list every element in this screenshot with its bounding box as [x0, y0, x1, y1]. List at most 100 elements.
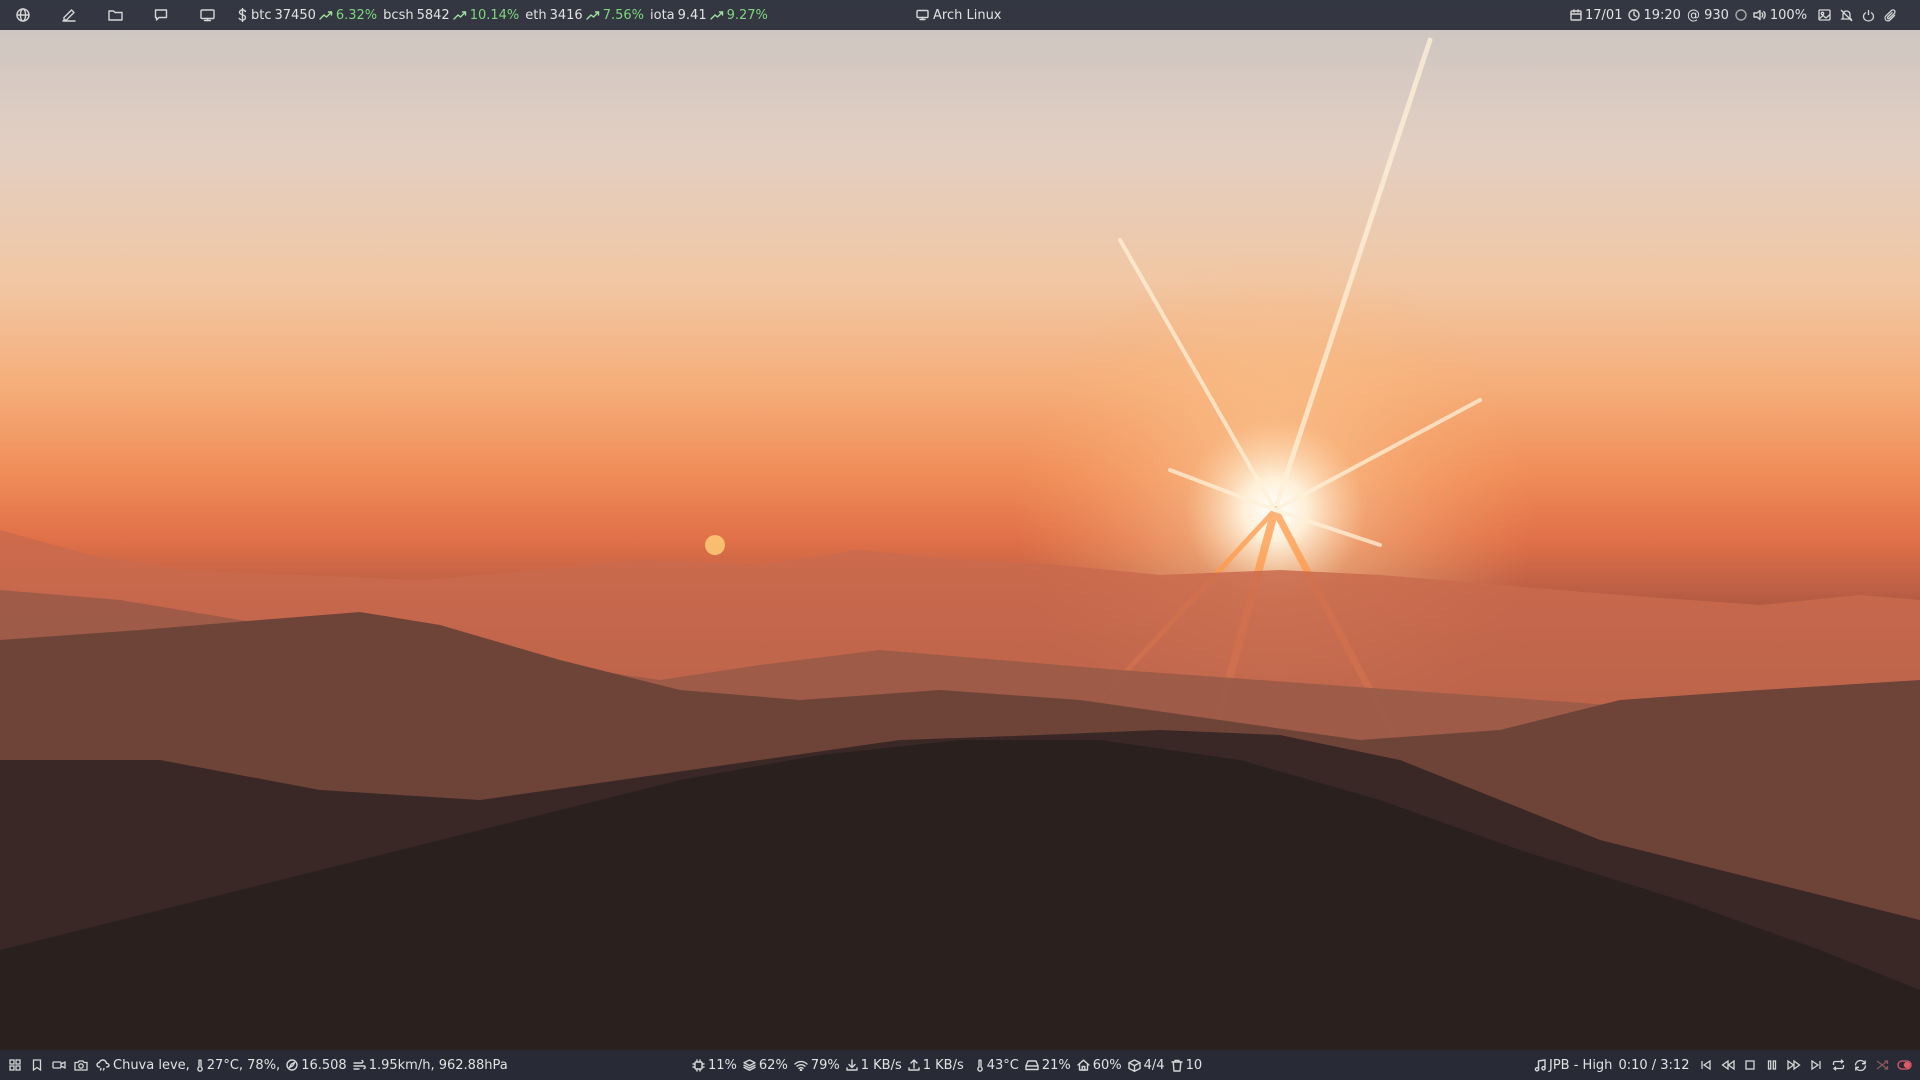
window-title: Arch Linux — [933, 7, 1002, 23]
moon-phase[interactable] — [1735, 9, 1747, 21]
disk-widget[interactable]: 21% — [1025, 1058, 1071, 1073]
volume-icon — [1753, 9, 1767, 21]
trash-widget[interactable]: 10 — [1170, 1057, 1203, 1073]
download-widget[interactable]: 1 KB/s — [846, 1058, 902, 1073]
repeat-icon[interactable] — [1827, 1050, 1849, 1080]
packages-widget[interactable]: 4/4 — [1127, 1057, 1165, 1073]
memory-text: 62% — [758, 1057, 788, 1073]
home-widget[interactable]: 60% — [1077, 1058, 1122, 1073]
bottom-left-group: Chuva leve, 27°C, 78%, 16.508 1.95km/h, … — [4, 1050, 514, 1080]
upload-widget[interactable]: 1 KB/s — [908, 1058, 964, 1073]
layers-icon — [743, 1059, 756, 1071]
skip-back-icon[interactable] — [1695, 1050, 1717, 1080]
wind-icon — [353, 1059, 366, 1071]
music-note-icon — [1534, 1058, 1546, 1072]
coin-name: btc — [251, 7, 272, 23]
active-window[interactable]: Arch Linux — [916, 0, 1002, 30]
visibility-widget[interactable]: 16.508 — [286, 1058, 347, 1073]
fast-forward-icon[interactable] — [1783, 1050, 1805, 1080]
crypto-iota[interactable]: iota 9.41 9.27% — [650, 8, 768, 23]
coin-price: 5842 — [416, 7, 450, 23]
compass-icon — [286, 1059, 298, 1071]
coin-change: 7.56% — [602, 7, 645, 23]
status-area: 17/01 19:20 @ 930 100% — [1570, 0, 1901, 30]
bottom-panel: Chuva leve, 27°C, 78%, 16.508 1.95km/h, … — [0, 1050, 1920, 1080]
dollar-icon — [238, 8, 247, 22]
memory-widget[interactable]: 62% — [743, 1058, 788, 1073]
paperclip-icon[interactable] — [1879, 0, 1901, 30]
temperature-widget[interactable]: 27°C, 78%, — [196, 1058, 280, 1073]
hard-drive-icon — [1025, 1059, 1039, 1071]
rewind-icon[interactable] — [1717, 1050, 1739, 1080]
refresh-icon[interactable] — [1849, 1050, 1871, 1080]
apps-grid-icon[interactable] — [4, 1050, 26, 1080]
globe-icon[interactable] — [0, 0, 46, 30]
crypto-eth[interactable]: eth 3416 7.56% — [525, 8, 644, 23]
temp-humidity-text: 27°C, 78%, — [206, 1057, 281, 1073]
wifi-widget[interactable]: 79% — [794, 1058, 840, 1073]
trend-up-icon — [709, 10, 724, 20]
volume-widget[interactable]: 100% — [1753, 8, 1807, 23]
coin-price: 37450 — [274, 7, 316, 23]
wind-pressure-text: 1.95km/h, 962.88hPa — [368, 1057, 508, 1073]
trash-text: 10 — [1185, 1057, 1203, 1073]
crypto-ticker: btc 37450 6.32% bcsh 5842 10.14% eth 341… — [238, 0, 774, 30]
upload-icon — [908, 1059, 920, 1071]
crypto-bcsh[interactable]: bcsh 5842 10.14% — [383, 8, 519, 23]
edit-icon[interactable] — [46, 0, 92, 30]
crypto-btc[interactable]: btc 37450 6.32% — [251, 8, 377, 23]
cloud-rain-icon — [96, 1059, 110, 1071]
volume-text: 100% — [1769, 7, 1808, 23]
now-playing[interactable]: JPB - High — [1534, 1058, 1612, 1073]
coin-change: 9.27% — [726, 7, 768, 23]
track-time-text: 0:10 / 3:12 — [1618, 1057, 1690, 1073]
toggle-switch-icon[interactable] — [1893, 1050, 1915, 1080]
trash-icon — [1170, 1059, 1183, 1072]
trend-up-icon — [319, 10, 333, 20]
thermometer-icon — [976, 1058, 984, 1072]
monitor-icon[interactable] — [184, 0, 230, 30]
upload-text: 1 KB/s — [922, 1057, 964, 1073]
weather-widget[interactable]: Chuva leve, — [96, 1058, 190, 1073]
beat-text: @ 930 — [1686, 7, 1729, 23]
trend-up-icon — [586, 10, 600, 20]
shuffle-icon[interactable] — [1871, 1050, 1893, 1080]
visibility-text: 16.508 — [301, 1057, 347, 1073]
date-widget[interactable]: 17/01 — [1570, 8, 1622, 23]
cpu-text: 11% — [708, 1057, 737, 1073]
cpu-icon — [692, 1058, 705, 1072]
bookmark-icon[interactable] — [26, 1050, 48, 1080]
cpu-widget[interactable]: 11% — [692, 1058, 737, 1073]
clock-widget[interactable]: 19:20 — [1628, 8, 1681, 23]
coin-change: 6.32% — [335, 7, 378, 23]
notifications-off-icon[interactable] — [1835, 0, 1857, 30]
video-camera-icon[interactable] — [48, 1050, 70, 1080]
camera-icon[interactable] — [70, 1050, 92, 1080]
launchers — [0, 0, 230, 30]
coin-change: 10.14% — [469, 7, 520, 23]
coin-price: 9.41 — [677, 7, 707, 23]
beat-time[interactable]: @ 930 — [1687, 8, 1729, 23]
coin-name: bcsh — [383, 7, 414, 23]
desktop-wallpaper — [0, 0, 1920, 1080]
image-icon[interactable] — [1813, 0, 1835, 30]
stop-icon[interactable] — [1739, 1050, 1761, 1080]
trend-up-icon — [452, 10, 467, 20]
weather-text: Chuva leve, — [113, 1057, 190, 1073]
wind-widget[interactable]: 1.95km/h, 962.88hPa — [353, 1058, 508, 1073]
cpu-temp-widget[interactable]: 43°C — [976, 1058, 1019, 1073]
folder-icon[interactable] — [92, 0, 138, 30]
coin-name: iota — [650, 7, 675, 23]
music-player: JPB - High 0:10 / 3:12 — [1534, 1050, 1915, 1080]
disk-text: 21% — [1041, 1057, 1071, 1073]
packages-text: 4/4 — [1143, 1057, 1165, 1073]
skip-forward-icon[interactable] — [1805, 1050, 1827, 1080]
calendar-icon — [1570, 9, 1582, 21]
pause-icon[interactable] — [1761, 1050, 1783, 1080]
thermometer-icon — [196, 1058, 204, 1072]
date-text: 17/01 — [1585, 7, 1623, 23]
coin-price: 3416 — [549, 7, 583, 23]
cpu-temp-text: 43°C — [986, 1057, 1019, 1073]
chat-icon[interactable] — [138, 0, 184, 30]
power-icon[interactable] — [1857, 0, 1879, 30]
